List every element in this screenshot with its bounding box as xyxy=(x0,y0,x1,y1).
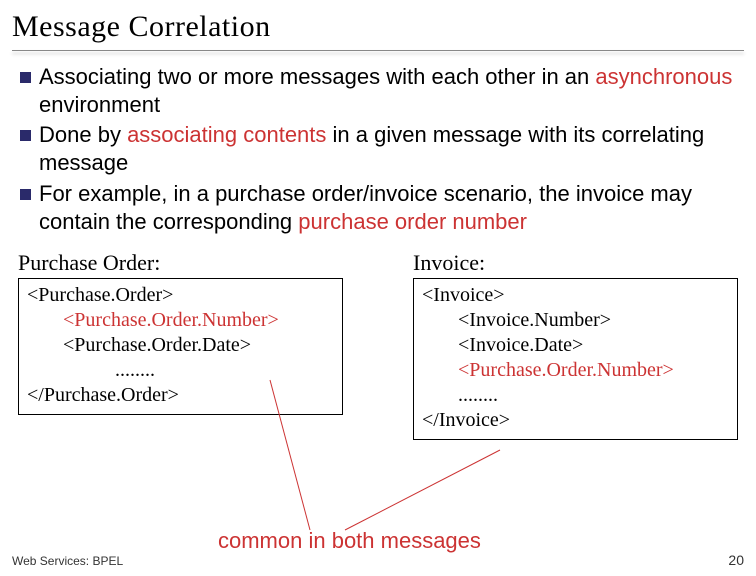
code-line: <Purchase.Order.Date> xyxy=(27,333,334,358)
code-line: </Purchase.Order> xyxy=(27,383,334,408)
right-col: Invoice: <Invoice><Invoice.Number><Invoi… xyxy=(413,250,738,440)
right-box-label: Invoice: xyxy=(413,250,738,276)
code-line: <Purchase.Order.Number> xyxy=(27,308,334,333)
left-box-label: Purchase Order: xyxy=(18,250,343,276)
bullet-item: For example, in a purchase order/invoice… xyxy=(20,180,736,236)
slide-title: Message Correlation xyxy=(0,0,756,48)
code-line: <Purchase.Order> xyxy=(27,283,334,308)
title-underline xyxy=(12,50,744,51)
bullet-highlight: purchase order number xyxy=(298,209,527,234)
bullet-text: For example, in a purchase order/invoice… xyxy=(39,180,736,236)
code-line: ........ xyxy=(422,383,729,408)
bullet-text: Done by associating contents in a given … xyxy=(39,121,736,177)
invoice-box: <Invoice><Invoice.Number><Invoice.Date><… xyxy=(413,278,738,440)
bullet-pre: Associating two or more messages with ea… xyxy=(39,64,595,89)
bullet-square-icon xyxy=(20,72,31,83)
bullet-pre: Done by xyxy=(39,122,127,147)
slide-number: 20 xyxy=(728,552,744,568)
code-line: <Invoice.Date> xyxy=(422,333,729,358)
bullet-square-icon xyxy=(20,189,31,200)
code-line: <Invoice.Number> xyxy=(422,308,729,333)
bullet-list: Associating two or more messages with ea… xyxy=(0,59,756,236)
bullet-highlight: associating contents xyxy=(127,122,326,147)
bullet-item: Done by associating contents in a given … xyxy=(20,121,736,177)
code-boxes-row: Purchase Order: <Purchase.Order><Purchas… xyxy=(0,238,756,440)
code-line: <Purchase.Order.Number> xyxy=(422,358,729,383)
left-col: Purchase Order: <Purchase.Order><Purchas… xyxy=(18,250,343,440)
bullet-item: Associating two or more messages with ea… xyxy=(20,63,736,119)
common-label: common in both messages xyxy=(218,528,481,554)
bullet-text: Associating two or more messages with ea… xyxy=(39,63,736,119)
bullet-post: environment xyxy=(39,92,160,117)
footer-left: Web Services: BPEL xyxy=(12,554,123,568)
code-line: ........ xyxy=(27,358,334,383)
code-line: <Invoice> xyxy=(422,283,729,308)
purchase-order-box: <Purchase.Order><Purchase.Order.Number><… xyxy=(18,278,343,415)
code-line: </Invoice> xyxy=(422,408,729,433)
bullet-highlight: asynchronous xyxy=(595,64,732,89)
bullet-square-icon xyxy=(20,130,31,141)
